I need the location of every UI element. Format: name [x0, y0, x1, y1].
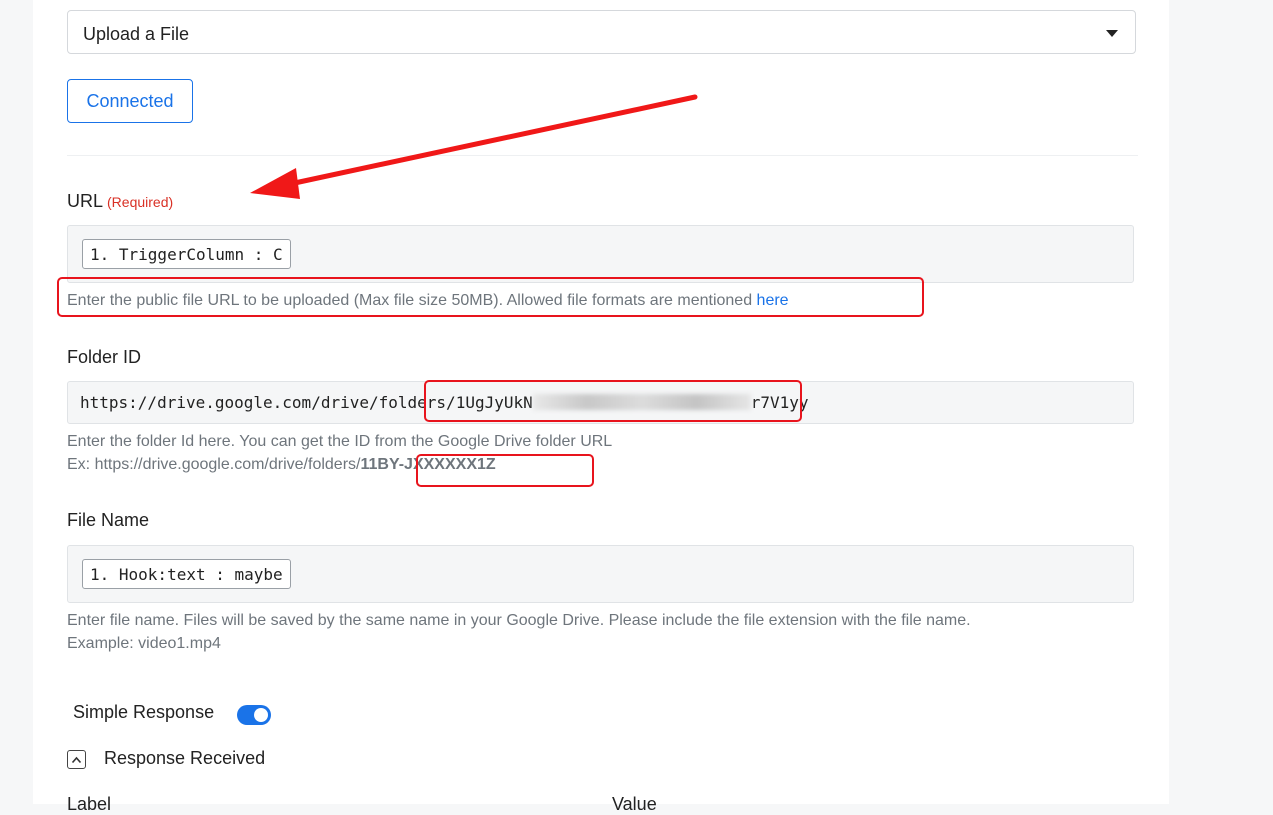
file-name-help: Enter file name. Files will be saved by …	[67, 609, 971, 655]
file-name-label: File Name	[67, 510, 150, 530]
folder-help-line1: Enter the folder Id here. You can get th…	[67, 433, 613, 450]
column-value-header: Value	[612, 794, 657, 814]
collapse-button[interactable]	[67, 750, 86, 769]
action-select[interactable]: Upload a File	[67, 10, 1136, 54]
file-help-line1: Enter file name. Files will be saved by …	[67, 612, 971, 629]
response-received-title: Response Received	[104, 748, 266, 768]
url-label-row: URL (Required)	[67, 191, 173, 212]
column-label-header: Label	[67, 794, 112, 814]
chevron-up-icon	[71, 756, 82, 763]
toggle-knob	[254, 708, 268, 722]
connected-button[interactable]: Connected	[67, 79, 193, 123]
folder-example-prefix: Ex: https://drive.google.com/drive/folde…	[67, 456, 361, 473]
required-marker: (Required)	[107, 194, 174, 210]
file-help-line2: Example: video1.mp4	[67, 635, 221, 652]
folder-example-highlight	[416, 454, 594, 487]
divider	[67, 155, 1138, 156]
url-label: URL	[67, 191, 104, 211]
url-help-highlight	[57, 277, 924, 317]
simple-response-toggle[interactable]	[237, 705, 271, 725]
chevron-down-icon	[1106, 30, 1118, 37]
folder-url-prefix: https://drive.google.com/drive/folders/	[80, 393, 456, 412]
folder-id-label: Folder ID	[67, 347, 142, 367]
simple-response-label: Simple Response	[73, 702, 215, 722]
file-name-input[interactable]: 1. Hook:text : maybe	[67, 545, 1134, 603]
action-select-value: Upload a File	[83, 24, 190, 44]
url-input[interactable]: 1. TriggerColumn : C	[67, 225, 1134, 283]
url-token[interactable]: 1. TriggerColumn : C	[82, 239, 291, 269]
file-name-token[interactable]: 1. Hook:text : maybe	[82, 559, 291, 589]
folder-id-highlight	[424, 380, 802, 422]
